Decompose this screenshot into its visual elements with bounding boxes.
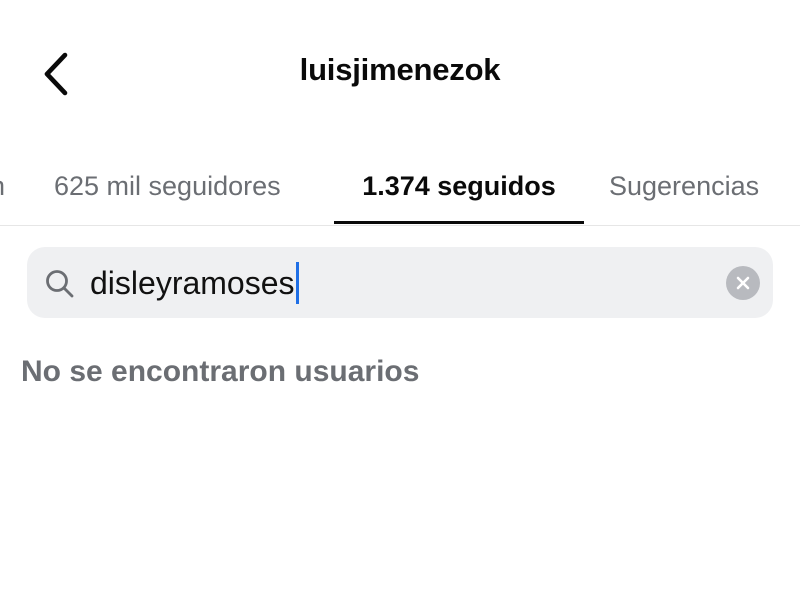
active-tab-indicator xyxy=(334,221,584,224)
no-results-message: No se encontraron usuarios xyxy=(21,355,420,388)
search-input-value: disleyramoses xyxy=(90,264,295,301)
tab-partial[interactable]: n xyxy=(0,148,5,225)
tab-following[interactable]: 1.374 seguidos xyxy=(334,148,584,225)
page-title: luisjimenezok xyxy=(299,52,501,87)
tab-suggestions[interactable]: Sugerencias xyxy=(609,148,759,225)
clear-search-button[interactable] xyxy=(726,266,760,300)
tab-bar: n 625 mil seguidores 1.374 seguidos Suge… xyxy=(0,148,800,226)
clear-icon xyxy=(736,276,750,290)
search-icon xyxy=(46,270,74,298)
search-input[interactable]: disleyramoses xyxy=(90,262,299,304)
top-bar: luisjimenezok xyxy=(0,0,800,148)
text-caret xyxy=(295,262,299,304)
tab-followers[interactable]: 625 mil seguidores xyxy=(54,148,281,225)
